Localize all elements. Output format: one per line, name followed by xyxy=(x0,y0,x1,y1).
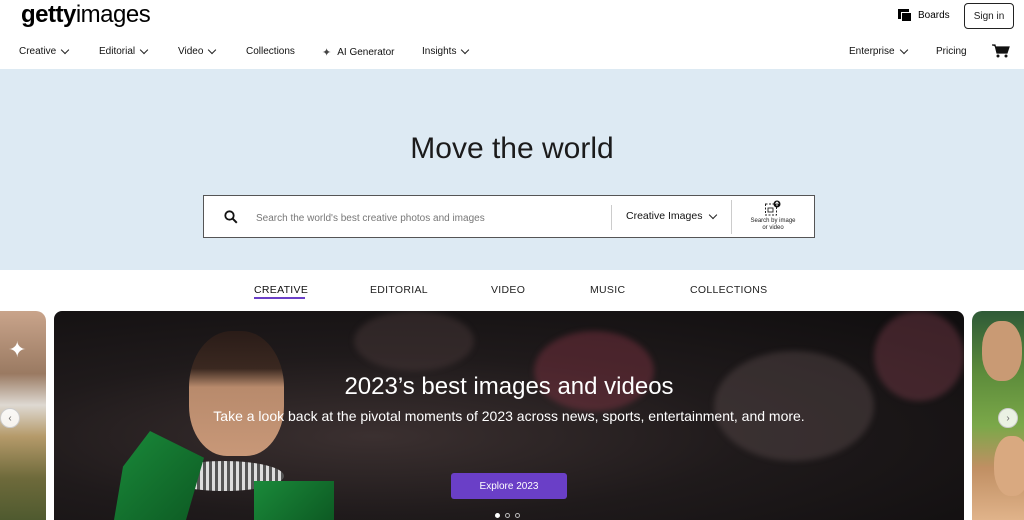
explore-2023-button[interactable]: Explore 2023 xyxy=(451,473,567,499)
sign-in-button[interactable]: Sign in xyxy=(964,3,1014,29)
bokeh-light xyxy=(354,311,474,371)
search-type-select[interactable]: Creative Images xyxy=(626,210,718,222)
nav-creative-label: Creative xyxy=(19,46,57,57)
search-divider xyxy=(611,205,612,230)
nav-collections[interactable]: Collections xyxy=(246,46,295,57)
chevron-down-icon xyxy=(899,45,908,55)
tab-editorial[interactable]: EDITORIAL xyxy=(370,284,428,296)
search-by-image-button[interactable]: Search by image or video xyxy=(740,200,806,234)
hero-title: Move the world xyxy=(410,132,614,165)
nav-collections-label: Collections xyxy=(246,46,295,57)
chevron-down-icon xyxy=(709,210,718,219)
logo-bold-text: getty xyxy=(21,1,76,28)
sparkle-icon: ✦ xyxy=(322,47,332,59)
active-tab-indicator xyxy=(254,297,305,299)
nav-insights[interactable]: Insights xyxy=(422,45,470,57)
search-divider xyxy=(731,200,732,234)
carousel-prev-arrow[interactable]: ‹ xyxy=(0,408,20,428)
featured-photo-green-dress xyxy=(114,431,204,520)
nav-video-label: Video xyxy=(178,46,204,57)
nav-ai-generator[interactable]: ✦ AI Generator xyxy=(322,46,394,59)
card-photo-face xyxy=(994,436,1024,496)
chevron-down-icon xyxy=(61,45,70,55)
nav-enterprise[interactable]: Enterprise xyxy=(849,45,908,57)
nav-editorial-label: Editorial xyxy=(99,46,136,57)
boards-icon xyxy=(898,9,912,22)
search-type-label: Creative Images xyxy=(626,210,703,222)
carousel-dot[interactable] xyxy=(515,513,520,518)
nav-creative[interactable]: Creative xyxy=(19,45,70,57)
nav-editorial[interactable]: Editorial xyxy=(99,45,149,57)
nav-enterprise-label: Enterprise xyxy=(849,46,895,57)
featured-card: 2023’s best images and videos Take a loo… xyxy=(54,311,964,520)
top-header: gettyimages Boards Sign in xyxy=(0,0,1024,34)
boards-link[interactable]: Boards xyxy=(898,9,950,22)
cart-icon[interactable] xyxy=(992,44,1010,58)
featured-title: 2023’s best images and videos xyxy=(344,373,674,400)
carousel-next-arrow[interactable]: › xyxy=(998,408,1018,428)
tab-music[interactable]: MUSIC xyxy=(590,284,625,296)
nav-ai-generator-label: AI Generator xyxy=(337,47,395,58)
logo-light-text: images xyxy=(75,1,151,28)
tab-creative[interactable]: CREATIVE xyxy=(254,284,308,296)
tab-video[interactable]: VIDEO xyxy=(491,284,525,296)
chevron-down-icon xyxy=(208,45,217,55)
search-bar: Creative Images Search by image or video xyxy=(203,195,815,238)
carousel-dot[interactable] xyxy=(505,513,510,518)
image-search-icon xyxy=(765,200,781,216)
tab-collections[interactable]: COLLECTIONS xyxy=(690,284,767,296)
chevron-down-icon xyxy=(461,45,470,55)
image-search-label-1: Search by image xyxy=(750,218,796,224)
chevron-down-icon xyxy=(139,45,149,55)
nav-pricing[interactable]: Pricing xyxy=(936,46,967,57)
main-nav: Creative Editorial Video Collections ✦ A… xyxy=(0,38,1024,68)
sparkle-icon: ✦ xyxy=(8,337,27,362)
nav-insights-label: Insights xyxy=(422,46,457,57)
nav-video[interactable]: Video xyxy=(178,45,217,57)
boards-label: Boards xyxy=(918,10,950,21)
featured-photo-green-dress xyxy=(254,481,334,520)
carousel-dots xyxy=(495,513,520,518)
hero-section xyxy=(0,69,1024,270)
card-photo-face xyxy=(982,321,1022,381)
bokeh-light xyxy=(714,351,874,461)
image-search-label-2: or video xyxy=(762,225,784,231)
content-tabs: CREATIVE EDITORIAL VIDEO MUSIC COLLECTIO… xyxy=(0,270,1024,310)
search-input[interactable] xyxy=(254,206,608,230)
featured-subtitle: Take a look back at the pivotal moments … xyxy=(213,408,805,424)
gettyimages-logo[interactable]: gettyimages xyxy=(21,0,151,30)
carousel-dot[interactable] xyxy=(495,513,500,518)
search-icon[interactable] xyxy=(224,210,238,224)
